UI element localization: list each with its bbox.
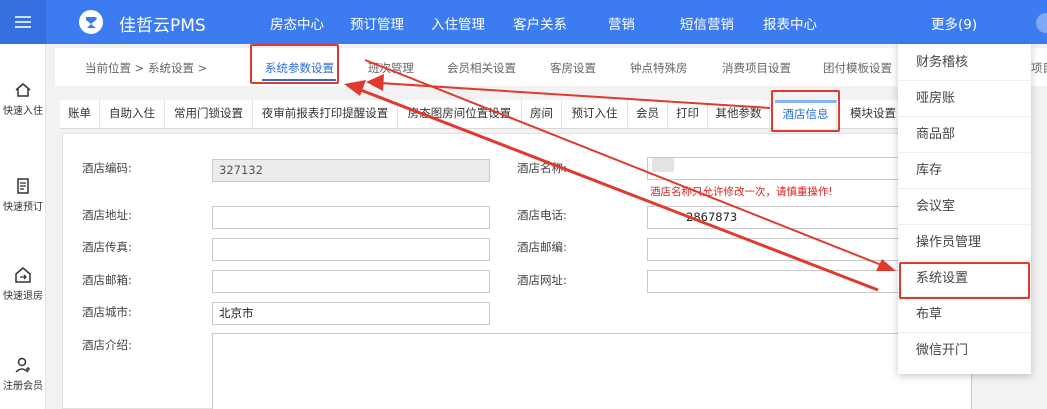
arrow-to-hotel-info xyxy=(366,74,771,109)
arrow-to-system-params xyxy=(344,80,879,292)
arrow-to-system-settings xyxy=(364,59,896,271)
annotation-arrows xyxy=(344,59,896,292)
